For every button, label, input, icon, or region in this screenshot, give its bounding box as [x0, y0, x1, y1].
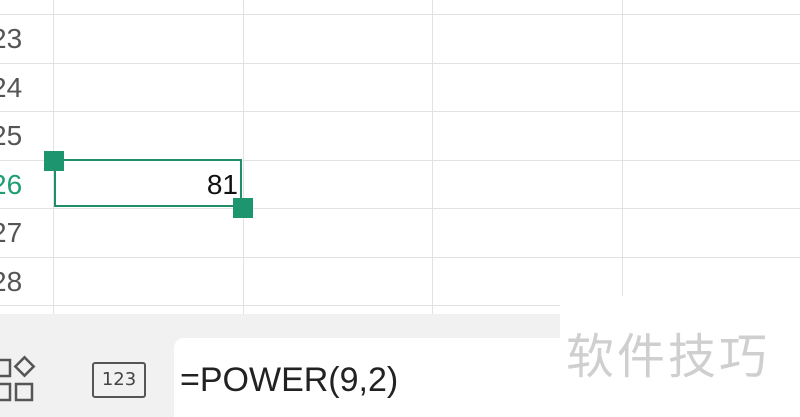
row-header-26[interactable]: 26 — [0, 161, 40, 209]
row-header-22[interactable]: 22 — [0, 0, 40, 14]
watermark-text: 软件技巧 — [566, 329, 771, 385]
row-header-27[interactable]: 27 — [0, 209, 40, 257]
selection-start-handle[interactable] — [44, 151, 64, 171]
selection-end-handle[interactable] — [233, 198, 253, 218]
numeric-keyboard-icon[interactable]: 123 — [92, 362, 146, 398]
grid-apps-icon[interactable] — [0, 352, 40, 408]
grid-line — [243, 0, 244, 314]
grid-line — [432, 0, 433, 314]
row-header-23[interactable]: 23 — [0, 15, 40, 63]
selected-cell-value[interactable]: 81 — [54, 162, 238, 206]
grid-line — [0, 111, 800, 112]
formula-input[interactable]: =POWER(9,2) — [174, 338, 560, 417]
grid-line — [0, 14, 800, 15]
grid-line — [622, 0, 623, 314]
grid-line — [0, 257, 800, 258]
row-header-25[interactable]: 25 — [0, 112, 40, 160]
grid-line — [0, 63, 800, 64]
row-header-28[interactable]: 28 — [0, 258, 40, 306]
spreadsheet-grid[interactable]: 22 23 24 25 26 27 28 81 — [0, 0, 800, 314]
grid-line — [0, 208, 800, 209]
row-header-24[interactable]: 24 — [0, 64, 40, 112]
